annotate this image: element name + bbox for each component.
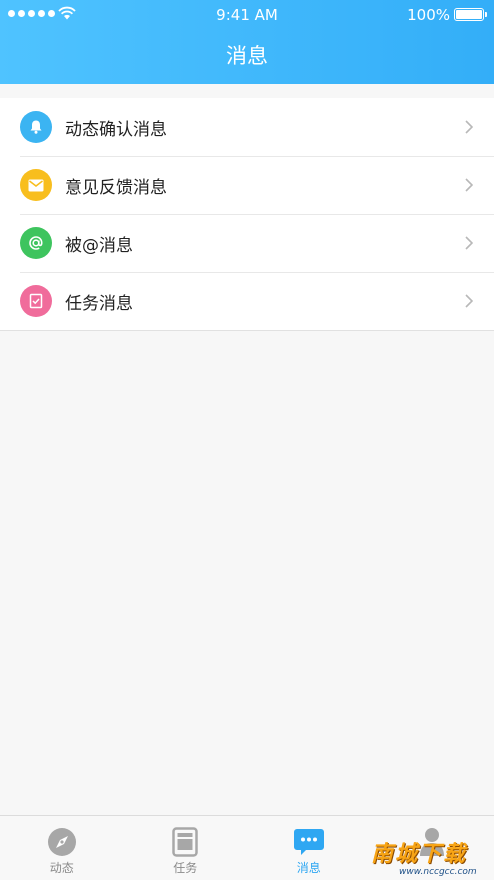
tab-label: 消息 [296,861,321,875]
message-item-label: 动态确认消息 [65,119,167,140]
tab-task[interactable]: 任务 [124,816,248,880]
chevron-right-icon [465,236,473,250]
message-item-feedback[interactable]: 意见反馈消息 [0,156,494,214]
at-icon [20,227,52,259]
watermark-url: www.nccgcc.com [399,867,477,877]
chevron-right-icon [465,294,473,308]
message-item-label: 任务消息 [65,293,133,314]
message-item-dynamic-confirm[interactable]: 动态确认消息 [0,98,494,156]
battery-icon [454,8,487,21]
watermark-text: 南城下载 [371,842,468,867]
status-bar: 9:41 AM 100% [0,0,494,30]
envelope-icon [20,169,52,201]
chat-bubble-icon [293,827,325,857]
tab-dynamic[interactable]: 动态 [0,816,124,880]
chevron-right-icon [465,120,473,134]
message-item-task[interactable]: 任务消息 [0,272,494,330]
bell-icon [20,111,52,143]
checklist-icon [20,285,52,317]
tab-label: 任务 [173,861,198,875]
chevron-right-icon [465,178,473,192]
battery-percent: 100% [407,6,450,24]
tab-messages[interactable]: 消息 [247,816,371,880]
task-icon [172,827,198,857]
message-item-label: 被@消息 [65,235,133,256]
tab-label: 动态 [49,861,74,875]
watermark-logo: 南城下载 www.nccgcc.com [371,843,489,878]
compass-icon [47,827,77,857]
message-list: 动态确认消息 意见反馈消息 被@消息 任务消息 [0,98,494,331]
message-item-label: 意见反馈消息 [65,177,167,198]
message-item-mention[interactable]: 被@消息 [0,214,494,272]
header: 9:41 AM 100% 消息 [0,0,494,84]
page-title: 消息 [226,44,268,68]
